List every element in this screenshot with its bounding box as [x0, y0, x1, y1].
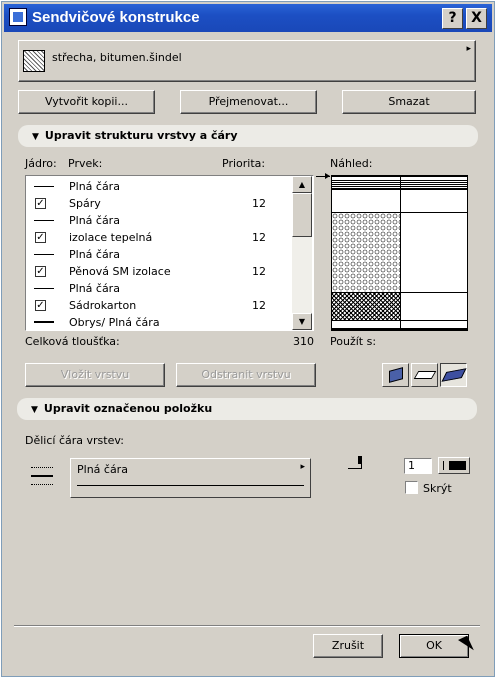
layer-list[interactable]: Plná čára ✓ Spáry 12 Plná čára ✓ izolace… — [25, 175, 314, 331]
app-icon — [9, 8, 27, 26]
row-name: Plná čára — [69, 282, 120, 295]
cancel-button[interactable]: Zrušit — [313, 634, 383, 658]
insert-layer-button[interactable]: Vložit vrstvu — [25, 363, 165, 387]
wall-icon — [389, 367, 403, 383]
row-name: izolace tepelná — [69, 231, 153, 244]
core-checkbox[interactable]: ✓ — [35, 232, 46, 243]
use-with-label: Použít s: — [330, 335, 377, 348]
slab-tool-button[interactable] — [411, 363, 438, 387]
line-type-bold-icon — [34, 321, 54, 323]
ok-button[interactable]: OK — [399, 634, 469, 658]
list-item[interactable]: Plná čára — [26, 246, 292, 263]
row-priority: 12 — [252, 265, 266, 278]
line-type-sample — [77, 485, 304, 486]
scroll-thumb[interactable] — [292, 193, 312, 237]
close-button[interactable]: X — [466, 8, 487, 29]
list-item[interactable]: ✓ izolace tepelná 12 — [26, 229, 292, 246]
pen-number-input[interactable]: 1 — [404, 458, 432, 474]
col-element-header: Prvek: — [68, 157, 103, 170]
row-name: Spáry — [69, 197, 101, 210]
scroll-up-button[interactable]: ▲ — [292, 176, 312, 193]
slab-icon — [413, 371, 437, 379]
item-panel-header[interactable]: ▼ Upravit označenou položku — [17, 398, 477, 420]
list-item[interactable]: ✓ Sádrokarton 12 — [26, 297, 292, 314]
delete-button[interactable]: Smazat — [342, 90, 476, 114]
total-thickness-value: 310 — [293, 335, 314, 348]
composite-selector[interactable]: střecha, bitumen.šindel ▸ — [18, 40, 476, 82]
row-name: Obrys/ Plná čára — [69, 316, 160, 329]
list-item[interactable]: Obrys/ Plná čára — [26, 314, 292, 330]
window-title: Sendvičové konstrukce — [32, 9, 200, 26]
line-type-value: Plná čára — [77, 463, 128, 476]
row-name: Sádrokarton — [69, 299, 137, 312]
line-type-icon — [34, 254, 54, 255]
layer-preview — [331, 175, 468, 331]
wall-tool-button[interactable] — [382, 363, 409, 387]
pen-color-button[interactable] — [438, 457, 470, 474]
help-button[interactable]: ? — [442, 8, 463, 29]
footer-divider — [14, 625, 480, 627]
composite-pattern-icon — [23, 50, 45, 72]
arrow-right-icon — [325, 173, 330, 179]
line-type-icon — [34, 186, 54, 187]
row-priority: 12 — [252, 299, 266, 312]
row-priority: 12 — [252, 231, 266, 244]
copy-button[interactable]: Vytvořit kopii... — [18, 90, 155, 114]
col-core-header: Jádro: — [25, 157, 57, 170]
list-item[interactable]: ✓ Pěnová SM izolace 12 — [26, 263, 292, 280]
line-preview-thin-icon — [31, 467, 53, 469]
row-name: Plná čára — [69, 180, 120, 193]
list-scrollbar[interactable]: ▲ ▼ — [292, 176, 312, 330]
scroll-down-button[interactable]: ▼ — [292, 313, 312, 330]
core-checkbox[interactable]: ✓ — [35, 300, 46, 311]
structure-panel-header[interactable]: ▼ Upravit strukturu vrstvy a čáry — [18, 125, 478, 147]
list-item[interactable]: ✓ Spáry 12 — [26, 195, 292, 212]
pen-icon — [348, 456, 366, 472]
roof-tool-button[interactable] — [440, 363, 467, 387]
triangle-down-icon: ▼ — [31, 405, 38, 415]
core-checkbox[interactable]: ✓ — [35, 266, 46, 277]
hide-checkbox[interactable] — [405, 481, 418, 494]
row-name: Plná čára — [69, 248, 120, 261]
list-item[interactable]: Plná čára — [26, 280, 292, 297]
composite-name: střecha, bitumen.šindel — [52, 51, 182, 64]
line-type-selector[interactable]: Plná čára ▸ — [70, 458, 311, 498]
triangle-down-icon: ▼ — [32, 132, 39, 142]
line-type-icon — [34, 220, 54, 221]
col-priority-header: Priorita: — [222, 157, 266, 170]
remove-layer-button[interactable]: Odstranit vrstvu — [176, 363, 316, 387]
chevron-right-icon: ▸ — [466, 44, 471, 54]
structure-panel-title: Upravit strukturu vrstvy a čáry — [44, 129, 238, 142]
list-item[interactable]: Plná čára — [26, 178, 292, 195]
hide-label: Skrýt — [423, 482, 452, 495]
roof-icon — [441, 368, 467, 382]
line-preview-dotted-icon — [31, 484, 53, 486]
row-name: Pěnová SM izolace — [69, 265, 171, 278]
title-bar[interactable]: Sendvičové konstrukce ? X — [4, 4, 492, 32]
item-panel-title: Upravit označenou položku — [43, 402, 213, 415]
row-priority: 12 — [252, 197, 266, 210]
chevron-right-icon: ▸ — [300, 462, 305, 472]
list-item[interactable]: Plná čára — [26, 212, 292, 229]
line-preview-bold-icon — [31, 475, 53, 477]
total-thickness-label: Celková tloušťka: — [25, 335, 120, 348]
col-preview-header: Náhled: — [330, 157, 373, 170]
rename-button[interactable]: Přejmenovat... — [180, 90, 317, 114]
core-checkbox[interactable]: ✓ — [35, 198, 46, 209]
line-type-icon — [34, 288, 54, 289]
divider-line-label: Dělicí čára vrstev: — [25, 434, 124, 447]
row-name: Plná čára — [69, 214, 120, 227]
